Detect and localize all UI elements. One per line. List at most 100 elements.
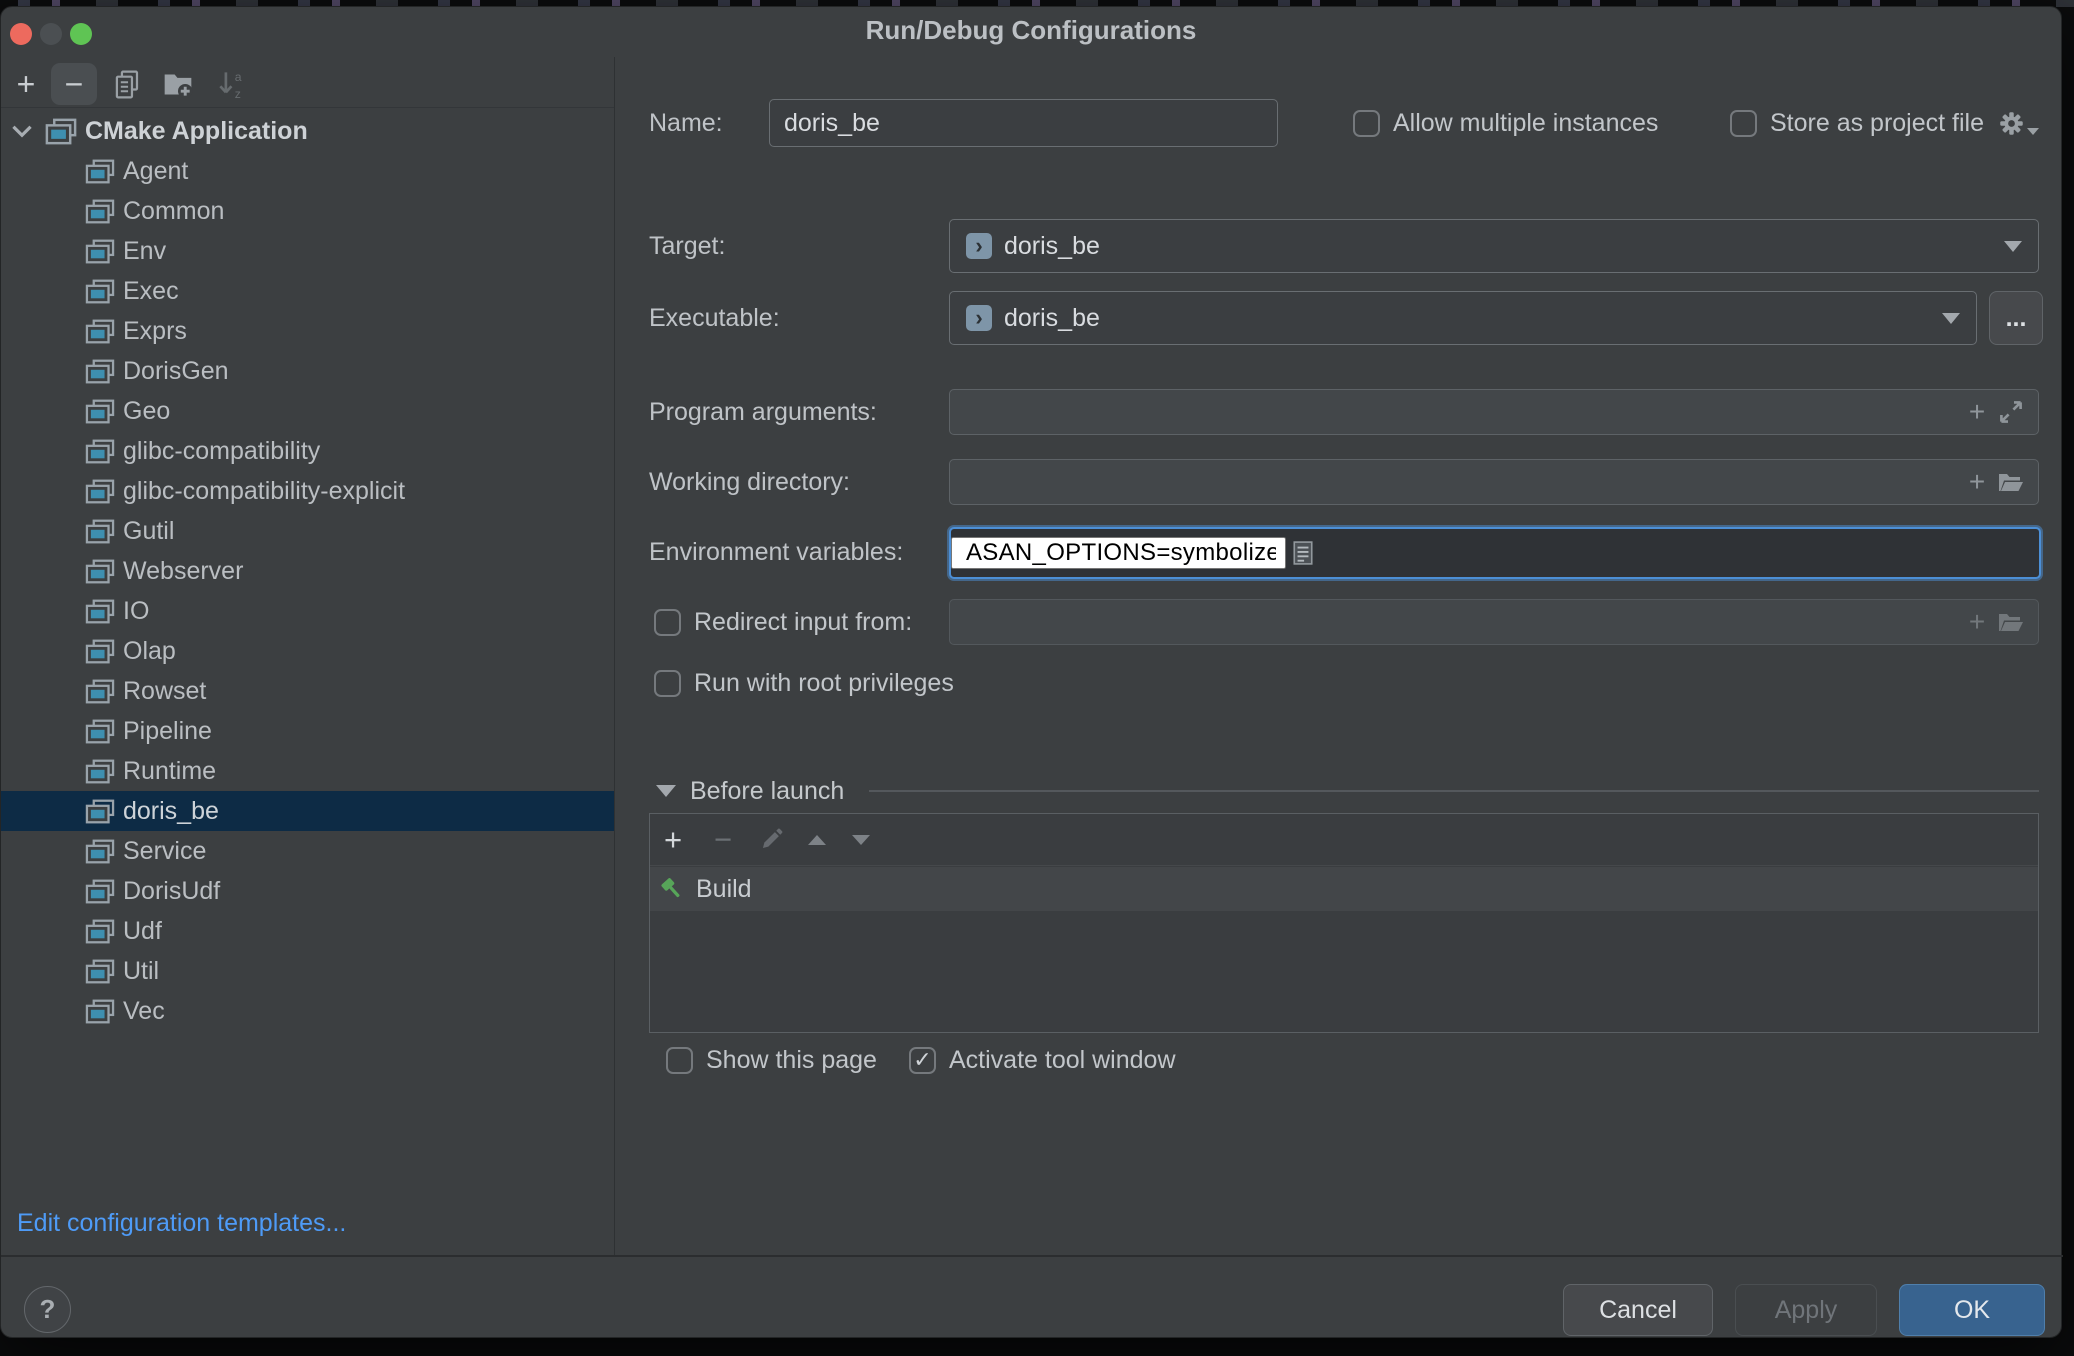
cancel-button[interactable]: Cancel	[1563, 1284, 1713, 1336]
tree-item[interactable]: glibc-compatibility	[1, 431, 614, 471]
tree-item-label: doris_be	[123, 797, 219, 826]
add-configuration-button[interactable]: +	[9, 63, 43, 105]
tree-root-cmake-application[interactable]: CMake Application	[1, 111, 614, 151]
copy-configuration-button[interactable]	[109, 63, 145, 105]
run-root-privileges-checkbox[interactable]	[654, 670, 681, 697]
name-input[interactable]	[770, 100, 1277, 146]
add-task-button[interactable]: +	[656, 823, 690, 857]
new-folder-icon	[163, 71, 193, 98]
tree-item[interactable]: Common	[1, 191, 614, 231]
plus-icon: +	[1969, 608, 1985, 636]
ok-button[interactable]: OK	[1899, 1284, 2045, 1336]
configuration-icon	[85, 439, 115, 464]
environment-variables-input-wrap	[949, 527, 2041, 579]
chevron-down-icon	[1942, 313, 1960, 324]
check-icon: ✓	[913, 1049, 931, 1071]
target-value: doris_be	[1004, 232, 1100, 261]
expand-field-button[interactable]	[1994, 395, 2028, 429]
tree-item[interactable]: Exprs	[1, 311, 614, 351]
section-collapse-icon[interactable]	[656, 785, 676, 797]
apply-button[interactable]: Apply	[1735, 1284, 1877, 1336]
svg-text:z: z	[235, 87, 241, 99]
store-as-project-file-checkbox[interactable]	[1730, 110, 1757, 137]
insert-macro-button[interactable]: +	[1960, 395, 1994, 429]
target-combobox[interactable]: › doris_be	[949, 219, 2039, 273]
executable-browse-button[interactable]: ...	[1989, 291, 2043, 345]
configuration-icon	[85, 999, 115, 1024]
tree-item-label: Util	[123, 957, 159, 986]
tree-item-label: Exec	[123, 277, 179, 306]
tree-item[interactable]: Env	[1, 231, 614, 271]
program-arguments-input[interactable]: +	[949, 389, 2039, 435]
activate-tool-window-label[interactable]: Activate tool window	[949, 1046, 1176, 1075]
activate-tool-window-checkbox[interactable]: ✓	[909, 1047, 936, 1074]
help-button[interactable]: ?	[24, 1286, 71, 1333]
store-as-project-file-label[interactable]: Store as project file	[1770, 109, 1984, 138]
show-this-page-label[interactable]: Show this page	[706, 1046, 877, 1075]
configuration-icon	[85, 359, 115, 384]
new-folder-button[interactable]	[159, 63, 197, 105]
tree-item[interactable]: Service	[1, 831, 614, 871]
move-task-down-button[interactable]	[844, 823, 878, 857]
tree-item[interactable]: Vec	[1, 991, 614, 1031]
tree-item[interactable]: Udf	[1, 911, 614, 951]
run-root-privileges-label[interactable]: Run with root privileges	[694, 669, 954, 698]
remove-task-button[interactable]: −	[706, 823, 740, 857]
executable-value: doris_be	[1004, 304, 1100, 333]
redirect-input-label[interactable]: Redirect input from:	[694, 608, 912, 637]
build-target-icon: ›	[966, 233, 992, 259]
redirect-input-checkbox[interactable]	[654, 609, 681, 636]
tree-item-label: Common	[123, 197, 224, 226]
browse-folder-button[interactable]	[1994, 605, 2028, 639]
tree-item[interactable]: DorisGen	[1, 351, 614, 391]
insert-macro-button[interactable]: +	[1960, 605, 1994, 639]
tree-item[interactable]: Pipeline	[1, 711, 614, 751]
tree-item-label: Olap	[123, 637, 176, 666]
move-task-up-button[interactable]	[800, 823, 834, 857]
sort-configurations-button[interactable]: a z	[213, 63, 251, 105]
pencil-icon	[759, 827, 784, 852]
executable-combobox[interactable]: › doris_be	[949, 291, 1977, 345]
tree-item[interactable]: IO	[1, 591, 614, 631]
tree-item[interactable]: Agent	[1, 151, 614, 191]
add-icon: +	[664, 824, 682, 855]
browse-folder-button[interactable]	[1994, 465, 2028, 499]
tree-item[interactable]: Runtime	[1, 751, 614, 791]
expand-icon	[1999, 400, 2023, 424]
tree-item[interactable]: doris_be	[1, 791, 614, 831]
configuration-icon	[85, 479, 115, 504]
footer-divider	[1, 1255, 2063, 1257]
tree-item[interactable]: Util	[1, 951, 614, 991]
redirect-input-field[interactable]: +	[949, 599, 2039, 645]
remove-configuration-button[interactable]: −	[51, 63, 97, 105]
environment-variables-input[interactable]	[951, 537, 1286, 569]
show-this-page-checkbox[interactable]	[666, 1047, 693, 1074]
allow-multiple-instances-label[interactable]: Allow multiple instances	[1393, 109, 1658, 138]
tree-item[interactable]: Rowset	[1, 671, 614, 711]
tree-item[interactable]: Exec	[1, 271, 614, 311]
allow-multiple-instances-checkbox[interactable]	[1353, 110, 1380, 137]
plus-icon: +	[1969, 398, 1985, 426]
configurations-tree: Agent Common	[1, 151, 614, 1031]
tree-item[interactable]: Olap	[1, 631, 614, 671]
tree-item-label: IO	[123, 597, 149, 626]
insert-macro-button[interactable]: +	[1960, 465, 1994, 499]
edit-configuration-templates-link[interactable]: Edit configuration templates...	[17, 1209, 346, 1238]
tree-item[interactable]: DorisUdf	[1, 871, 614, 911]
store-options-button[interactable]	[1998, 110, 2039, 137]
show-environment-variables-button[interactable]	[1286, 536, 1320, 570]
tree-item[interactable]: Webserver	[1, 551, 614, 591]
configuration-icon	[85, 959, 115, 984]
configuration-icon	[85, 799, 115, 824]
tree-item[interactable]: Geo	[1, 391, 614, 431]
tree-item-label: Runtime	[123, 757, 216, 786]
configuration-icon	[85, 879, 115, 904]
target-label: Target:	[649, 232, 725, 261]
tree-item[interactable]: glibc-compatibility-explicit	[1, 471, 614, 511]
plus-icon: +	[1969, 468, 1985, 496]
remove-icon: −	[65, 68, 84, 100]
working-directory-input[interactable]: +	[949, 459, 2039, 505]
edit-task-button[interactable]	[754, 823, 788, 857]
tree-item[interactable]: Gutil	[1, 511, 614, 551]
before-launch-task-build[interactable]: Build	[650, 867, 2038, 911]
